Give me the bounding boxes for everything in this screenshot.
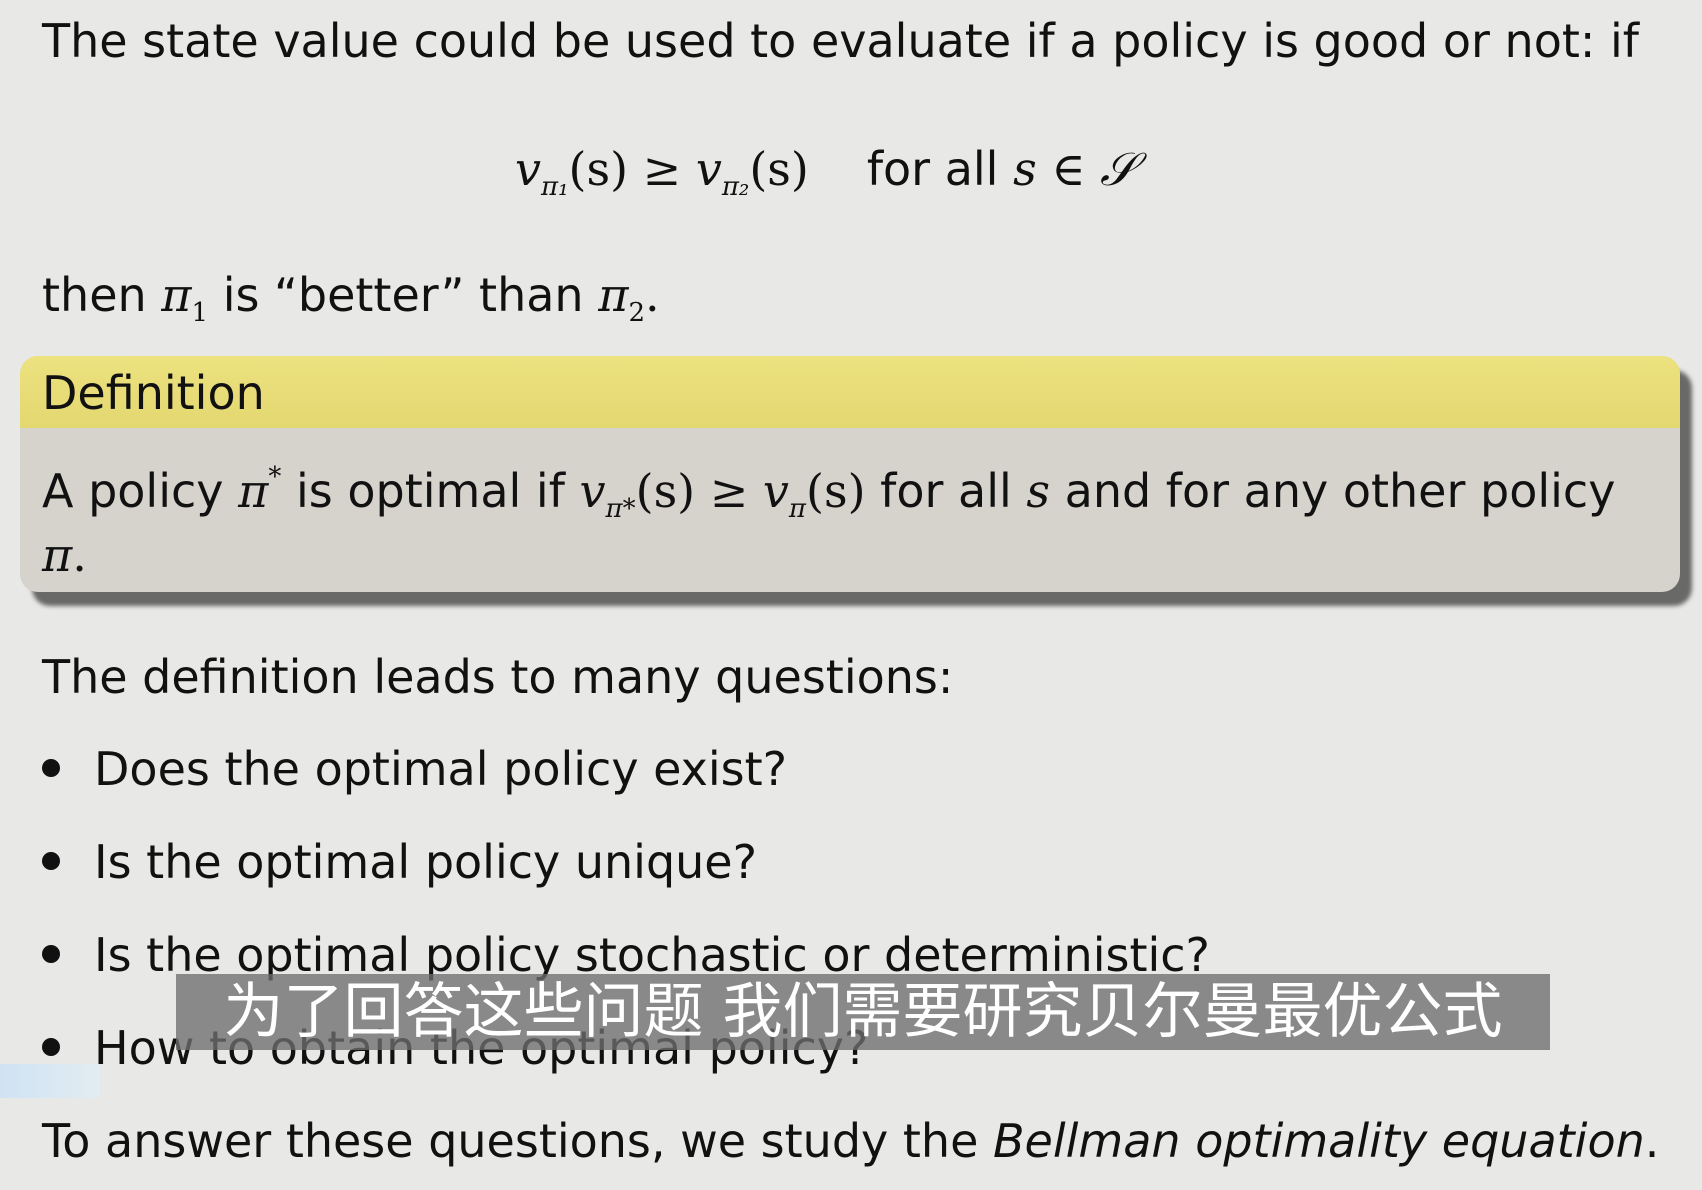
list-item-text: Is the optimal policy unique? (94, 835, 758, 889)
bullet-icon (42, 1038, 60, 1056)
video-subtitle: 为了回答这些问题 我们需要研究贝尔曼最优公式 (176, 974, 1550, 1050)
def-arg1: (s) (635, 464, 696, 518)
eq-v1: v (515, 142, 541, 196)
then-period: . (645, 268, 660, 322)
def-pi-star: π (238, 464, 269, 518)
definition-title: Definition (42, 366, 265, 420)
bullet-icon (42, 759, 60, 777)
display-equation: vπ₁(s) ≥ vπ₂(s) for all s ∈ 𝒮 (515, 140, 1136, 216)
answer-emphasis: Bellman optimality equation (993, 1114, 1645, 1168)
then-pi2-sub: 2 (628, 298, 645, 328)
eq-v2-sub: π₂ (721, 172, 750, 202)
then-line: then π1 is “better” than π2. (42, 266, 660, 342)
def-s: s (1026, 464, 1050, 518)
def-text-c: for all (880, 464, 1012, 518)
eq-forall-text: for all (866, 142, 999, 196)
def-star: * (268, 462, 282, 492)
eq-var-s: s (1013, 142, 1037, 196)
list-item: Is the optimal policy unique? (42, 833, 757, 891)
def-arg2: (s) (806, 464, 866, 518)
def-text-b: is optimal if (296, 464, 565, 518)
then-pi1: π (161, 268, 192, 322)
lead-text: The definition leads to many questions: (42, 650, 954, 704)
def-pi: π (42, 528, 73, 582)
then-pi1-sub: 1 (191, 298, 209, 328)
list-item-text: Does the optimal policy exist? (94, 742, 788, 796)
eq-v1-sub: π₁ (541, 172, 569, 202)
answer-text: To answer these questions, we study the … (42, 1112, 1659, 1170)
eq-in: ∈ (1051, 142, 1086, 196)
definition-header: Definition (20, 356, 1680, 428)
definition-line-1: A policy π* is optimal if vπ*(s) ≥ vπ(s)… (42, 448, 1615, 538)
def-v2-sub: π (788, 494, 807, 524)
answer-pre: To answer these questions, we study the (42, 1114, 979, 1168)
then-word: then (42, 268, 147, 322)
def-text-a: A policy (42, 464, 224, 518)
intro-text: The state value could be used to evaluat… (42, 14, 1639, 68)
definition-line-2: π. (42, 526, 87, 584)
bullet-icon (42, 852, 60, 870)
list-item: Does the optimal policy exist? (42, 740, 787, 798)
eq-arg2: (s) (749, 142, 809, 196)
eq-arg1: (s) (568, 142, 629, 196)
answer-period: . (1644, 1114, 1660, 1168)
eq-geq: ≥ (642, 142, 682, 196)
def-text-d: and for any other policy (1064, 464, 1616, 518)
bullet-icon (42, 945, 60, 963)
edge-artifact (0, 1064, 100, 1098)
definition-box: Definition A policy π* is optimal if vπ*… (20, 356, 1680, 592)
def-v1: v (579, 464, 606, 518)
def-v2: v (762, 464, 789, 518)
eq-v2: v (695, 142, 722, 196)
eq-set: 𝒮 (1100, 142, 1136, 196)
then-mid: is “better” than (222, 268, 584, 322)
def-period: . (72, 528, 87, 582)
def-v1-sub: π* (605, 494, 636, 524)
def-geq: ≥ (709, 464, 749, 518)
then-pi2: π (598, 268, 629, 322)
